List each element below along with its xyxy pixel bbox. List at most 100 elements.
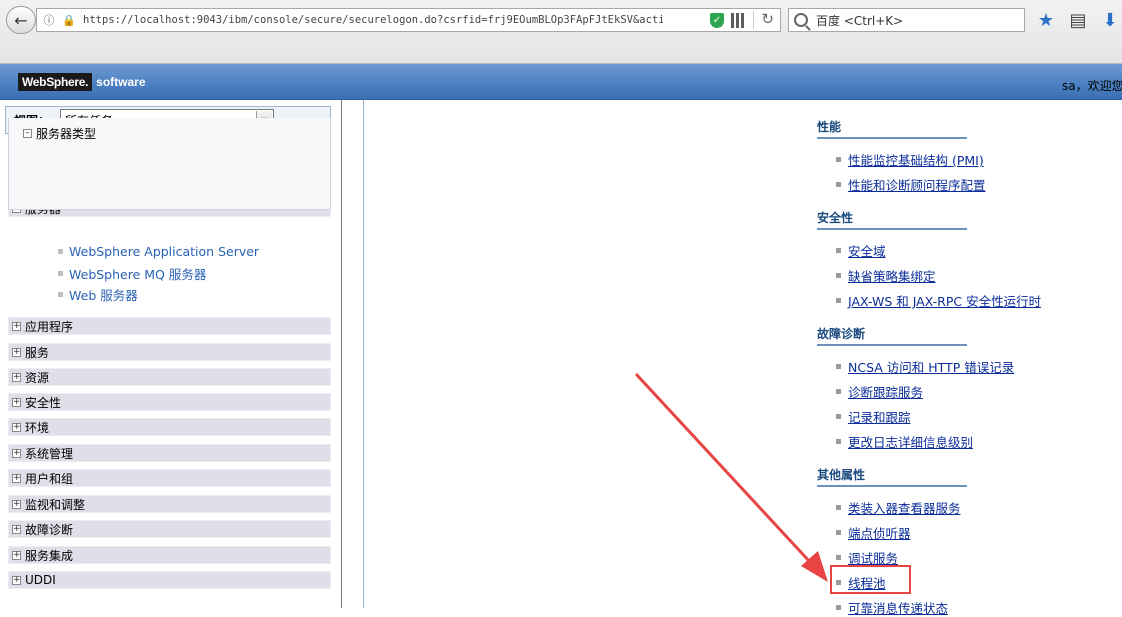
section-link[interactable]: 更改日志详细信息级别 [836,432,973,451]
server-link-mq[interactable]: WebSphere MQ 服务器 [58,264,206,283]
section-link-label: 安全域 [848,244,886,259]
section-heading: 安全性 [817,209,967,230]
collapse-icon[interactable]: – [23,129,32,138]
section-heading: 性能 [817,118,967,139]
bullet-icon [836,439,841,444]
expand-icon[interactable]: + [12,321,21,331]
nav-category[interactable]: + 监视和调整 [8,495,331,513]
nav-category[interactable]: + 环境 [8,418,331,436]
nav-category-label: 用户和组 [25,471,74,486]
expand-icon[interactable]: + [12,550,21,560]
nav-category-label: 服务 [25,345,50,360]
server-link-label: Web 服务器 [69,288,138,303]
expand-icon[interactable]: + [12,347,21,357]
section-link[interactable]: 性能和诊断顾问程序配置 [836,175,986,194]
expand-icon[interactable]: + [12,524,21,534]
bullet-icon [58,249,63,254]
section-link[interactable]: 性能监控基础结构 (PMI) [836,150,984,169]
search-icon[interactable] [794,13,808,27]
bullet-icon [836,182,841,187]
expand-icon[interactable]: + [12,473,21,483]
section-link-label: JAX-WS 和 JAX-RPC 安全性运行时 [848,294,1042,309]
expand-icon[interactable]: + [12,397,21,407]
section-link[interactable]: 诊断跟踪服务 [836,382,923,401]
nav-category-label: 应用程序 [25,319,74,334]
server-link-web[interactable]: Web 服务器 [58,285,138,304]
nav-category-label: 监视和调整 [25,497,86,512]
reload-icon[interactable]: ↻ [761,10,774,28]
section-link-label: 端点侦听器 [848,526,911,541]
section-link[interactable]: NCSA 访问和 HTTP 错误记录 [836,357,1014,376]
search-input[interactable]: 百度 <Ctrl+K> [788,8,1025,32]
expand-icon[interactable]: + [12,372,21,382]
nav-category[interactable]: + 服务集成 [8,546,331,564]
nav-category[interactable]: + 安全性 [8,393,331,411]
section-link-label: 缺省策略集绑定 [848,269,936,284]
section-link[interactable]: 安全域 [836,241,886,260]
logo-software: software [96,75,146,89]
console-banner [0,64,1122,100]
nav-category-label: 安全性 [25,395,62,410]
section-link-label: 记录和跟踪 [848,410,911,425]
section-link-label: 更改日志详细信息级别 [848,435,974,450]
bullet-icon [836,555,841,560]
bullet-icon [836,389,841,394]
section-link[interactable]: 缺省策略集绑定 [836,266,936,285]
section-link-label: 性能和诊断顾问程序配置 [848,178,986,193]
info-icon[interactable]: ⓘ [41,12,57,28]
nav-category-label: 故障诊断 [25,522,74,537]
section-link[interactable]: 端点侦听器 [836,523,911,542]
section-link[interactable]: 记录和跟踪 [836,407,911,426]
nav-category[interactable]: + 资源 [8,368,331,386]
bullet-icon [836,530,841,535]
server-link-label: WebSphere MQ 服务器 [69,267,207,282]
address-bar[interactable]: ⓘ 🔒 https://localhost:9043/ibm/console/s… [36,8,781,32]
section-heading: 其他属性 [817,466,967,487]
bullet-icon [58,292,63,297]
nav-category[interactable]: + 系统管理 [8,444,331,462]
content-divider [363,100,364,608]
nav-category-label: 系统管理 [25,446,74,461]
expand-icon[interactable]: + [12,575,21,585]
lock-icon[interactable]: 🔒 [61,12,77,28]
bullet-icon [836,298,841,303]
url-text[interactable]: https://localhost:9043/ibm/console/secur… [83,14,663,26]
bullet-icon [836,273,841,278]
nav-category-label: 资源 [25,370,50,385]
download-icon[interactable]: ⬇ [1100,10,1120,31]
server-link-was[interactable]: WebSphere Application Server [58,244,259,259]
annotation-highlight-box [830,565,911,594]
bookmarks-icon[interactable]: ▤ [1068,10,1088,31]
nav-category-label: 环境 [25,420,50,435]
bullet-icon [836,505,841,510]
logo-brand: WebSphere. [18,73,93,91]
nav-category[interactable]: + 服务 [8,343,331,361]
bullet-icon [836,414,841,419]
section-heading: 故障诊断 [817,325,967,346]
bullet-icon [836,157,841,162]
nav-category[interactable]: + 故障诊断 [8,520,331,538]
expand-icon[interactable]: + [12,499,21,509]
url-divider [753,11,754,29]
shield-icon[interactable]: ✓ [710,13,724,28]
section-link-label: 类装入器查看器服务 [848,501,961,516]
bullet-icon [58,271,63,276]
expand-icon[interactable]: + [12,448,21,458]
nav-category-label: UDDI [25,573,56,587]
welcome-user-text: sa，欢迎您 [1062,79,1122,93]
back-arrow-icon[interactable]: ← [6,6,36,34]
section-link[interactable]: 类装入器查看器服务 [836,498,961,517]
expand-icon[interactable]: + [12,422,21,432]
nav-category[interactable]: + UDDI [8,571,331,589]
qr-code-icon[interactable] [731,13,746,28]
server-types-node[interactable]: – 服务器类型 [20,125,96,142]
server-types-label: 服务器类型 [36,127,97,141]
nav-category[interactable]: + 用户和组 [8,469,331,487]
nav-category[interactable]: + 应用程序 [8,317,331,335]
section-link-label: NCSA 访问和 HTTP 错误记录 [848,360,1015,375]
section-link-label: 诊断跟踪服务 [848,385,924,400]
section-link[interactable]: JAX-WS 和 JAX-RPC 安全性运行时 [836,291,1041,310]
bullet-icon [836,248,841,253]
star-icon[interactable]: ★ [1036,10,1056,31]
bullet-icon [836,364,841,369]
